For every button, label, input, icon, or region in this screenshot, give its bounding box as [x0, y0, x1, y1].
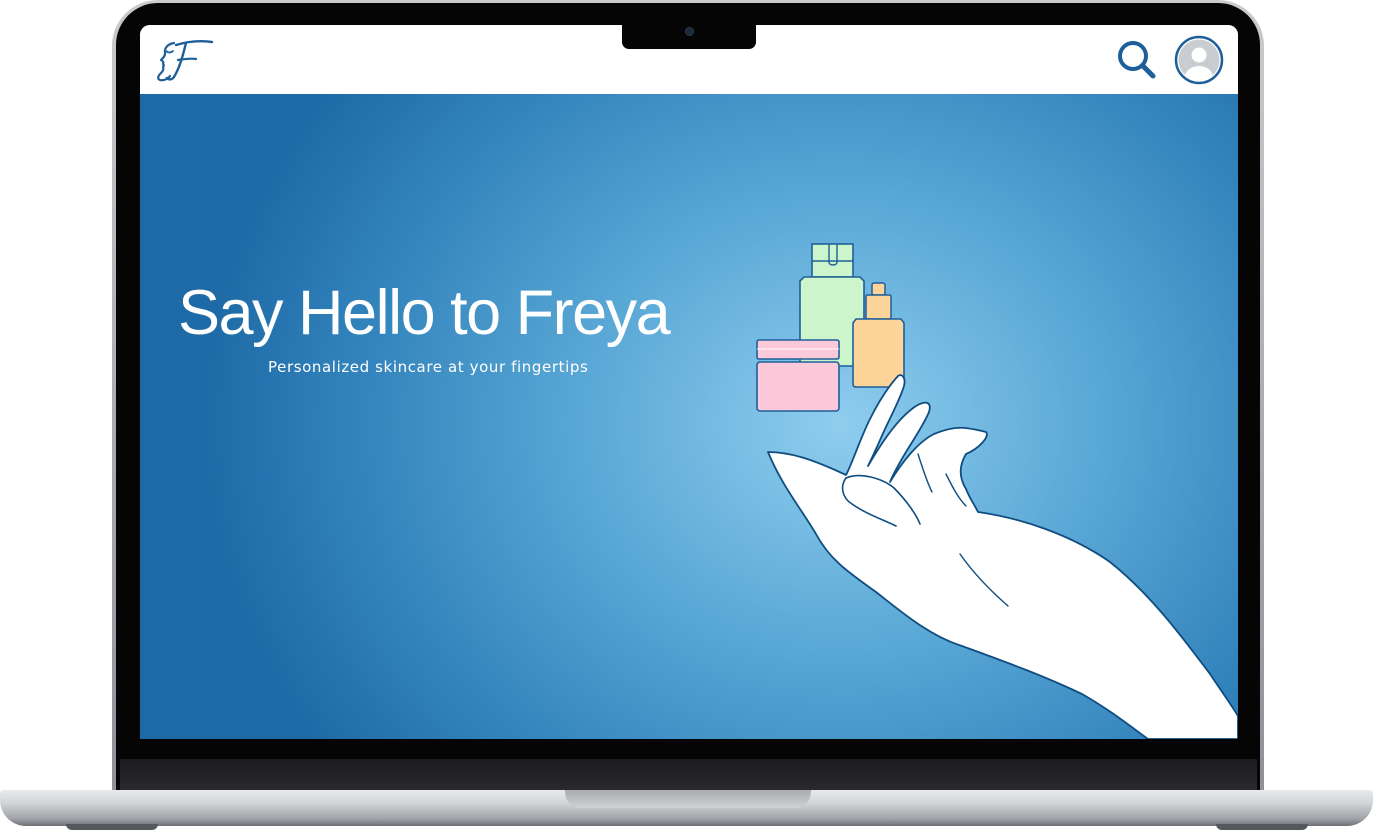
- hand-with-products-illustration: [756, 243, 1238, 739]
- search-icon: [1118, 41, 1156, 79]
- screen: Say Hello to Freya Personalized skincare…: [140, 25, 1238, 739]
- freya-logo[interactable]: [152, 33, 216, 83]
- camera-notch: [622, 25, 756, 49]
- laptop-foot-right: [1216, 824, 1308, 830]
- laptop-opening-notch: [565, 790, 811, 808]
- freya-logo-icon: [157, 40, 214, 82]
- hero-section: Say Hello to Freya Personalized skincare…: [140, 94, 1238, 739]
- user-avatar-icon: [1174, 35, 1224, 85]
- pink-jar-icon: [756, 339, 840, 412]
- profile-button[interactable]: [1174, 35, 1224, 85]
- laptop-chin: [120, 759, 1257, 792]
- hand-icon: [767, 374, 1238, 739]
- laptop-foot-left: [66, 824, 158, 830]
- laptop-frame: Say Hello to Freya Personalized skincare…: [0, 0, 1373, 832]
- camera-icon: [685, 27, 694, 36]
- top-nav-bar: [140, 25, 1238, 94]
- search-button[interactable]: [1114, 37, 1158, 81]
